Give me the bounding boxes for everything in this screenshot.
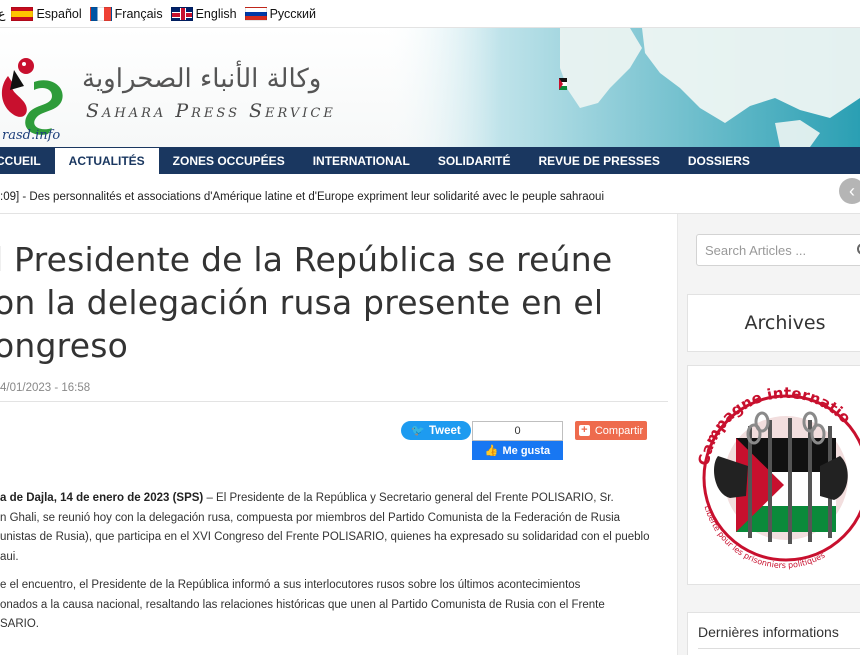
article-text: unistas de Rusia), que participa en el X… (0, 531, 650, 543)
latest-news-title: Dernières informations (698, 624, 839, 640)
language-french-link[interactable]: Français (89, 6, 163, 21)
news-ticker: :09] - Des personnalités et associations… (0, 174, 860, 214)
ticker-previous-button[interactable]: ‹ (839, 178, 860, 204)
language-arabic-link[interactable]: ع (0, 6, 5, 21)
campaign-banner[interactable]: Campagne internatio Liberté pour les pri… (687, 365, 860, 585)
facebook-like-widget: 0 👍 Me gusta (472, 421, 563, 460)
latest-news-widget: Dernières informations (687, 612, 860, 655)
search-box (696, 234, 860, 266)
language-russian-link[interactable]: Русский (244, 6, 316, 21)
tweet-button[interactable]: 🐦 Tweet (401, 421, 471, 440)
article-dateline: a de Dajla, 14 de enero de 2023 (SPS) (0, 492, 204, 504)
nav-zones-occupees[interactable]: ZONES OCCUPÉES (159, 147, 299, 174)
article-content: l Presidente de la República se reúne on… (0, 214, 678, 655)
divider (698, 648, 860, 649)
article-text: onados a la causa nacional, resaltando l… (0, 598, 605, 611)
nav-actualites[interactable]: ACTUALITÉS (54, 148, 159, 174)
article-text: – El Presidente de la República y Secret… (203, 492, 614, 504)
language-label: English (195, 6, 237, 21)
site-domain: rasd.info (2, 128, 61, 143)
archives-title: Archives (744, 312, 826, 334)
article-text: n Ghali, se reunió hoy con la delegación… (0, 511, 621, 524)
search-input[interactable] (697, 235, 860, 265)
nav-international[interactable]: INTERNATIONAL (299, 147, 424, 174)
nav-solidarite[interactable]: SOLIDARITÉ (424, 147, 525, 174)
nav-dossiers[interactable]: DOSSIERS (674, 147, 764, 174)
article-title: l Presidente de la República se reúne on… (0, 238, 674, 367)
language-english-link[interactable]: English (170, 6, 237, 21)
chevron-left-icon: ‹ (849, 180, 855, 201)
like-label: Me gusta (502, 444, 551, 457)
article-title-line: ongreso (0, 326, 128, 365)
article-date: 4/01/2023 - 16:58 (0, 382, 91, 394)
article-title-line: l Presidente de la República se reúne (0, 240, 613, 279)
spain-flag-icon (11, 6, 34, 21)
latin-site-title: Sahara Press Service (86, 100, 336, 122)
arabic-site-title: وكالة الأنباء الصحراوية (82, 64, 322, 94)
article-title-line: on la delegación rusa presente en el (0, 283, 604, 322)
nav-accueil[interactable]: CCUEIL (0, 147, 55, 174)
language-spanish-link[interactable]: Español (11, 6, 82, 21)
archives-widget[interactable]: Archives (687, 294, 860, 352)
language-label: Español (36, 6, 82, 21)
article-paragraph: e el encuentro, el Presidente de la Repú… (0, 576, 672, 635)
sidebar: Archives (678, 214, 860, 655)
france-flag-icon (89, 6, 112, 21)
ticker-headline-link[interactable]: :09] - Des personnalités et associations… (0, 191, 604, 203)
nav-revue-de-presses[interactable]: REVUE DE PRESSES (524, 147, 673, 174)
divider (0, 401, 668, 402)
share-button[interactable]: + Compartir (575, 421, 647, 440)
article-paragraph: a de Dajla, 14 de enero de 2023 (SPS) – … (0, 489, 672, 567)
russia-flag-icon (244, 6, 267, 21)
world-map-graphic (380, 28, 860, 147)
campaign-poster-image: Campagne internatio Liberté pour les pri… (695, 384, 860, 570)
share-label: Compartir (594, 424, 644, 437)
language-label: Русский (269, 6, 316, 21)
article-text: e el encuentro, el Presidente de la Repú… (0, 579, 581, 591)
like-count: 0 (472, 421, 563, 441)
uk-flag-icon (170, 6, 193, 21)
language-label: Français (114, 6, 163, 21)
language-bar: ع Español Français English Русский (0, 0, 860, 28)
like-button[interactable]: 👍 Me gusta (472, 441, 563, 460)
thumbs-up-icon: 👍 (484, 445, 499, 457)
article-text: SARIO. (0, 618, 39, 630)
site-header-banner: وكالة الأنباء الصحراوية Sahara Press Ser… (0, 28, 860, 147)
main-navigation: CCUEIL ACTUALITÉS ZONES OCCUPÉES INTERNA… (0, 147, 860, 174)
article-text: aui. (0, 550, 19, 563)
sps-logo-icon (1, 58, 63, 135)
plus-icon: + (578, 425, 590, 436)
twitter-bird-icon: 🐦 (411, 425, 425, 437)
tweet-label: Tweet (428, 424, 461, 437)
